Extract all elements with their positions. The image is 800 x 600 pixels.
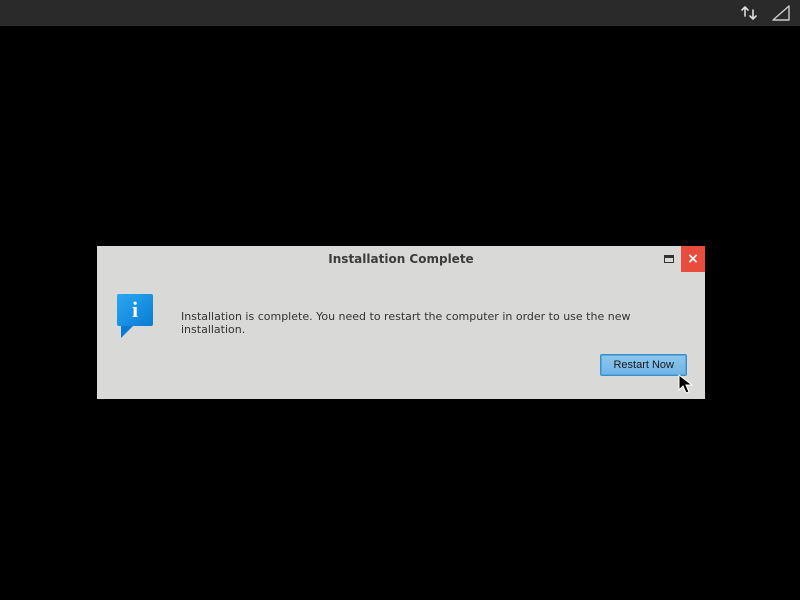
window-controls: × [657,246,705,272]
info-icon-letter: i [132,297,138,322]
dialog-button-row: Restart Now [181,336,687,376]
close-icon: × [687,252,699,266]
top-panel [0,0,800,26]
close-button[interactable]: × [681,246,705,272]
maximize-icon [664,255,674,263]
restart-now-button[interactable]: Restart Now [600,354,687,376]
info-icon: i [115,286,159,344]
cellular-signal-icon[interactable] [772,5,790,21]
desktop-background: Installation Complete × [0,0,800,600]
dialog-body: i Installation is complete. You need to … [97,272,705,399]
network-updown-icon[interactable] [740,5,758,21]
dialog-content: Installation is complete. You need to re… [181,286,687,376]
dialog-message: Installation is complete. You need to re… [181,286,687,336]
dialog-title: Installation Complete [328,252,473,266]
maximize-button[interactable] [657,246,681,272]
installation-complete-dialog: Installation Complete × [97,246,705,399]
dialog-titlebar[interactable]: Installation Complete × [97,246,705,272]
